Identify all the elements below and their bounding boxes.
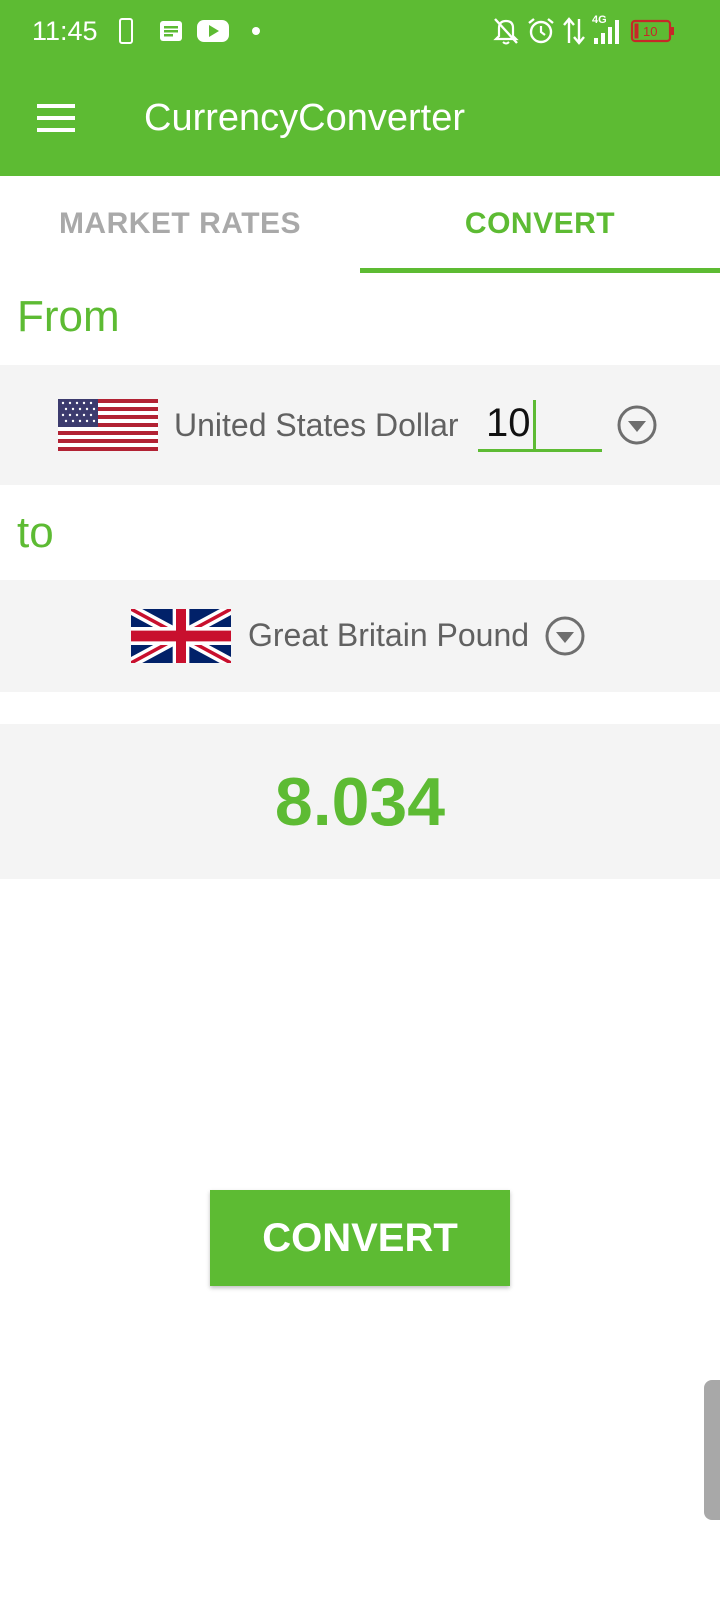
app-title: CurrencyConverter <box>144 97 465 139</box>
bell-off-icon <box>492 14 520 48</box>
youtube-icon <box>196 14 230 48</box>
battery-level: 10 <box>643 24 657 39</box>
from-dropdown-icon[interactable] <box>616 404 658 446</box>
tab-selected-indicator <box>360 268 720 273</box>
app-bar: CurrencyConverter <box>0 64 720 176</box>
tab-market-rates[interactable]: MARKET RATES <box>0 176 360 272</box>
status-time: 11:45 <box>32 16 98 46</box>
from-currency-panel: United States Dollar <box>0 365 720 485</box>
signal-icon: 4G <box>590 12 626 46</box>
network-type-label: 4G <box>592 14 607 26</box>
text-cursor <box>533 400 536 450</box>
amount-input[interactable] <box>478 398 602 452</box>
to-currency-name[interactable]: Great Britain Pound <box>248 617 529 654</box>
to-label: to <box>17 508 54 557</box>
us-flag <box>58 399 158 456</box>
alarm-icon <box>526 14 556 48</box>
from-currency-name[interactable]: United States Dollar <box>174 407 459 444</box>
uk-flag <box>128 604 234 668</box>
status-bar: 11:45 4G 10 <box>0 0 720 64</box>
tab-bar: MARKET RATES CONVERT <box>0 176 720 273</box>
to-dropdown-icon[interactable] <box>544 615 586 657</box>
message-icon <box>158 14 184 48</box>
hamburger-menu-icon[interactable] <box>26 96 86 146</box>
data-arrows-icon <box>562 14 586 48</box>
phone-icon <box>118 14 134 48</box>
dot-icon <box>250 14 262 48</box>
conversion-result: 8.034 <box>0 724 720 879</box>
battery-icon: 10 <box>630 14 676 48</box>
from-label: From <box>17 292 120 341</box>
scrollbar[interactable] <box>704 1380 720 1520</box>
to-currency-panel: Great Britain Pound <box>0 580 720 692</box>
convert-button[interactable]: CONVERT <box>210 1190 510 1286</box>
tab-convert[interactable]: CONVERT <box>360 176 720 272</box>
